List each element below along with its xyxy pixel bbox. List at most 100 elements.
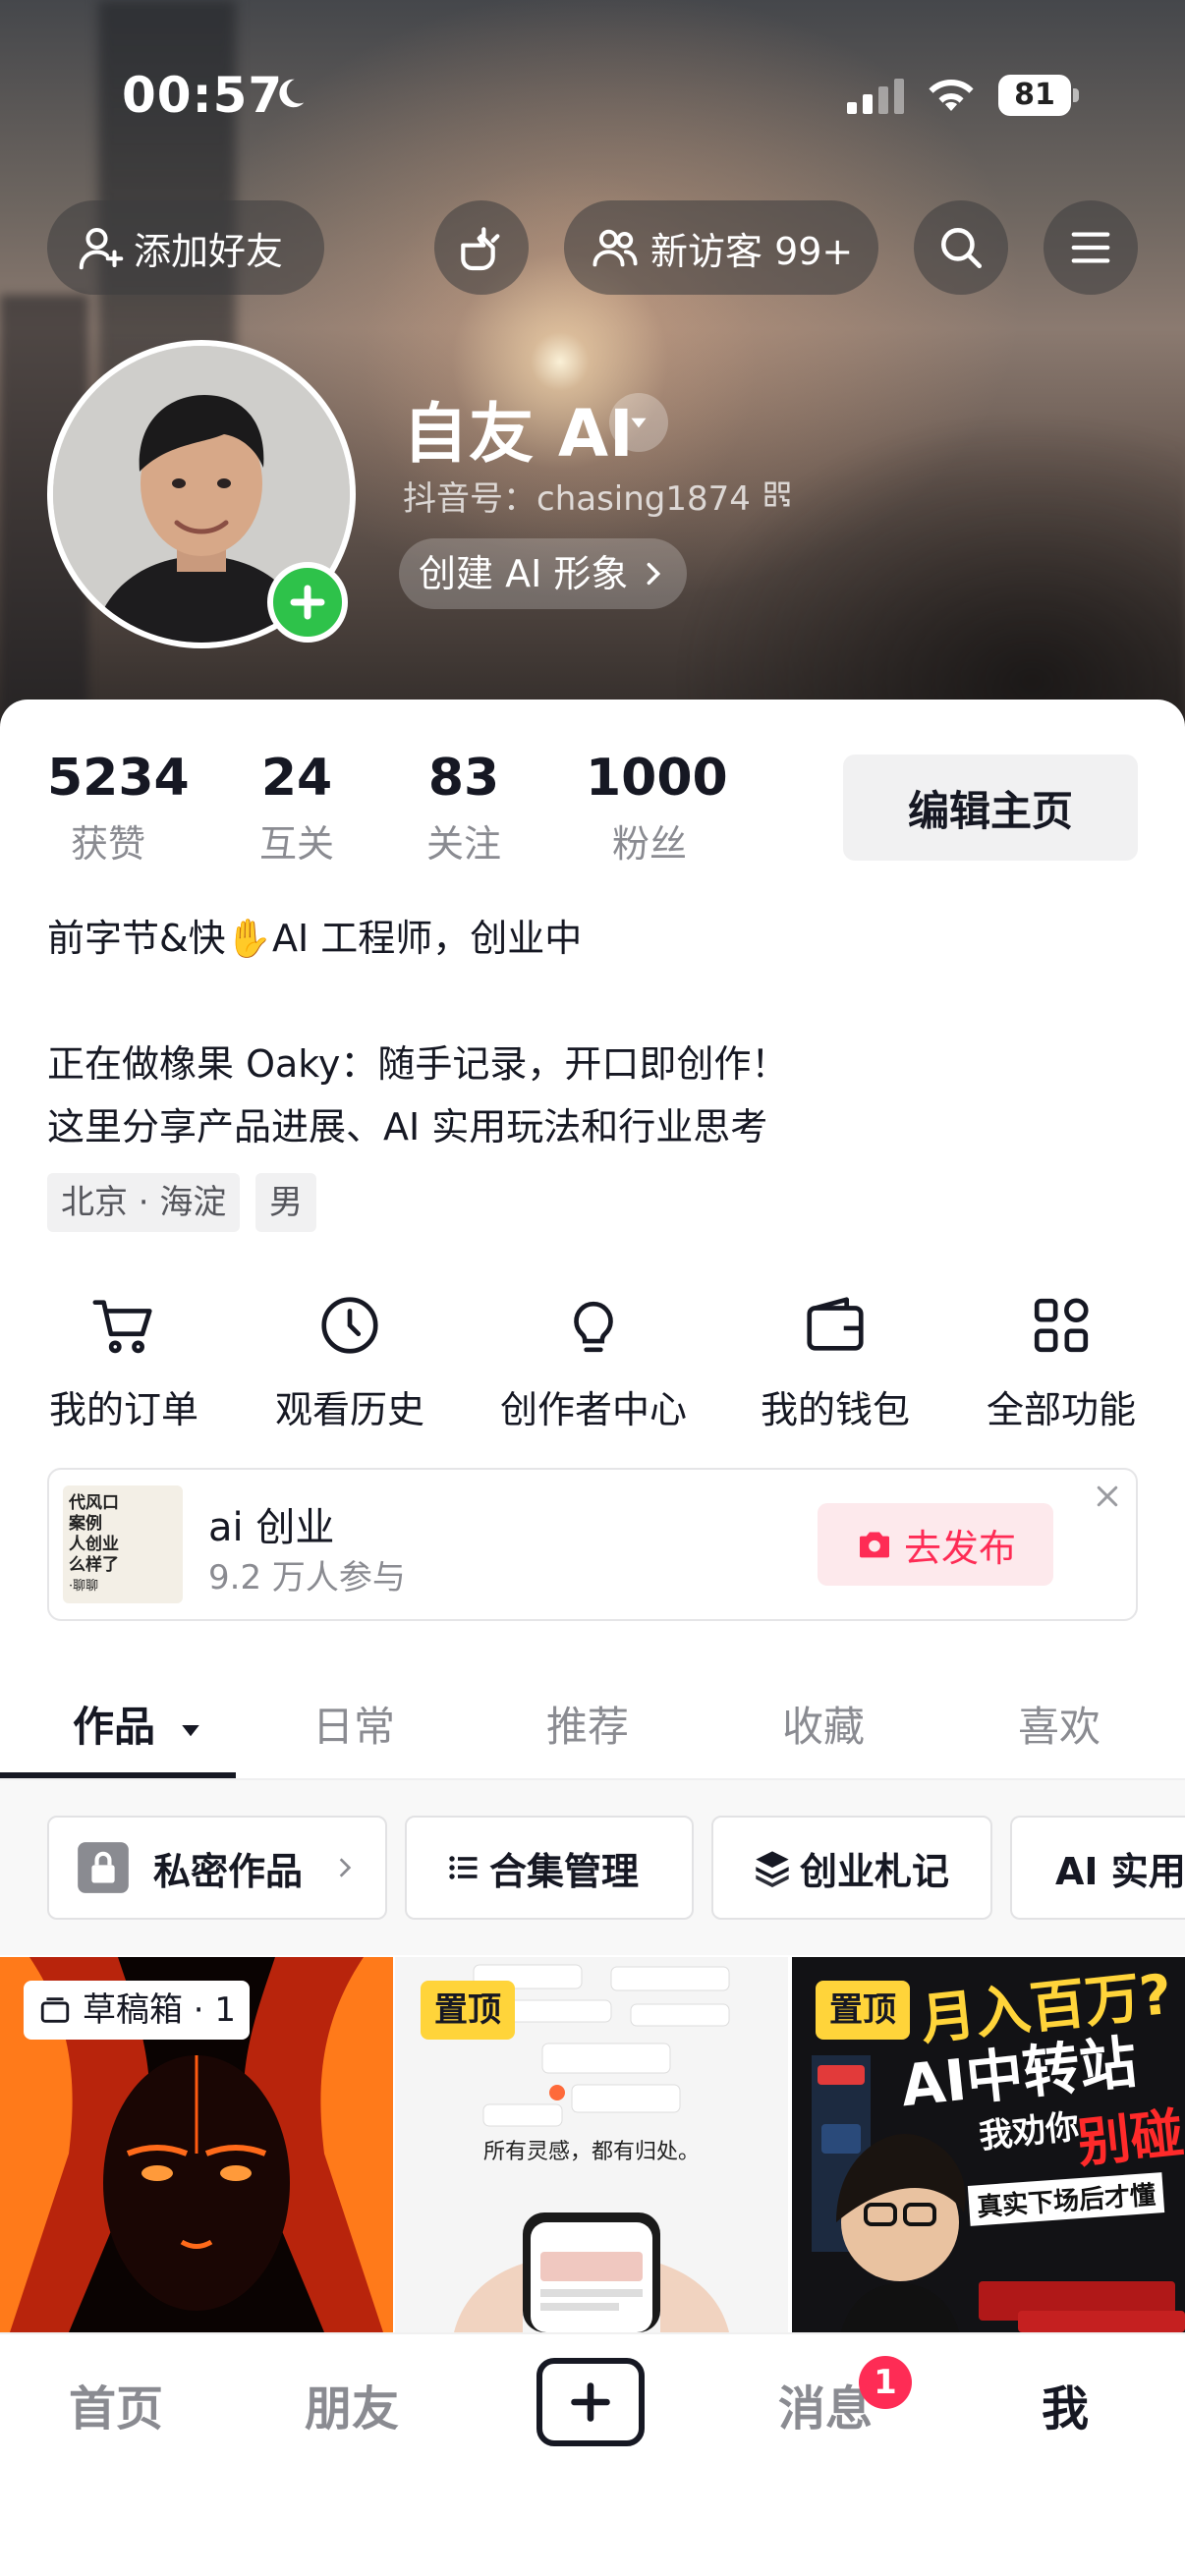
lock-icon (78, 1842, 129, 1893)
gender-tag: 男 (255, 1173, 316, 1232)
startup-notes-chip[interactable]: 创业札记 (711, 1816, 992, 1920)
thumb-text: 案例 (69, 1514, 102, 1534)
quick-action-label: 我的订单 (48, 1388, 198, 1431)
bio-line: 这里分享产品进展、AI 实用玩法和行业思考 (47, 1105, 768, 1148)
profile-name: 自友 AI (403, 396, 635, 472)
ai-practical-chip[interactable]: AI 实用 (1010, 1816, 1185, 1920)
stat-mutual[interactable]: 24 互关 (246, 749, 348, 868)
publish-button[interactable]: 去发布 (818, 1503, 1053, 1586)
layers-icon (756, 1851, 789, 1887)
tab-favorites[interactable]: 收藏 (782, 1694, 865, 1754)
chip-label: 创业札记 (800, 1849, 950, 1893)
publish-label: 去发布 (903, 1526, 1016, 1570)
tab-recommended[interactable]: 推荐 (546, 1694, 629, 1754)
new-visitors-button[interactable]: 新访客 99+ (564, 200, 878, 295)
video-caption: 所有灵感，都有归处。 (482, 2140, 700, 2164)
status-time: 00:57 (122, 67, 284, 124)
chip-label: 私密作品 (153, 1849, 304, 1893)
cellular-signal-icon (847, 79, 904, 114)
drafts-icon (40, 1997, 70, 2023)
quick-action-label: 全部功能 (986, 1388, 1136, 1431)
all-features-button[interactable]: 全部功能 (953, 1291, 1169, 1433)
quick-action-label: 我的钱包 (760, 1388, 910, 1431)
search-button[interactable] (914, 200, 1008, 295)
location-tag: 北京 · 海淀 (47, 1173, 241, 1232)
stat-label: 粉丝 (611, 822, 687, 866)
stat-following[interactable]: 83 关注 (413, 749, 515, 868)
plus-icon (290, 585, 325, 620)
cart-icon (92, 1300, 152, 1354)
collection-manage-chip[interactable]: 合集管理 (405, 1816, 694, 1920)
moon-icon (279, 79, 305, 108)
stat-likes[interactable]: 5234 获赞 (47, 749, 190, 868)
stat-label: 获赞 (70, 822, 145, 866)
gesture-button[interactable] (434, 200, 529, 295)
menu-button[interactable] (1044, 200, 1138, 295)
tab-likes[interactable]: 喜欢 (1018, 1694, 1100, 1754)
grid-icon (1034, 1298, 1089, 1353)
active-tab-indicator (0, 1772, 236, 1778)
battery-level: 81 (998, 75, 1071, 116)
quick-action-label: 观看历史 (274, 1388, 424, 1431)
edit-profile-button[interactable]: 编辑主页 (843, 755, 1138, 861)
thumb-text: 么样了 (69, 1555, 119, 1575)
close-icon[interactable] (1093, 1482, 1122, 1511)
thumb-text: 人创业 (69, 1535, 119, 1554)
add-friend-button[interactable]: 添加好友 (47, 200, 324, 295)
list-icon (449, 1856, 478, 1879)
chip-label: AI 实用 (1055, 1849, 1185, 1893)
qr-code-icon[interactable] (762, 479, 792, 509)
my-orders-button[interactable]: 我的订单 (16, 1291, 232, 1433)
video-headline: 别碰 (1074, 2101, 1185, 2175)
status-bar: 00:57 81 (0, 0, 1185, 196)
topic-thumbnail: 代风口 案例 人创业 么样了 ·聊聊 (63, 1485, 183, 1603)
add-user-icon (79, 227, 124, 270)
tab-works[interactable]: 作品 (73, 1694, 205, 1754)
douyin-id: 抖音号：chasing1874 (403, 479, 751, 519)
create-ai-label: 创建 AI 形象 (419, 552, 629, 595)
bio-line: 正在做橡果 Oaky：随手记录，开口即创作！ (47, 1042, 789, 1086)
stat-label: 关注 (425, 822, 501, 866)
watch-history-button[interactable]: 观看历史 (242, 1291, 458, 1433)
topic-title: ai 创业 (208, 1505, 335, 1550)
wallet-icon (807, 1297, 864, 1351)
chevron-right-icon (647, 562, 661, 586)
bio-line: 前字节&快✋AI 工程师，创业中 (47, 917, 583, 960)
background-trees (674, 413, 1185, 747)
caret-down-icon (631, 418, 647, 428)
stat-value: 1000 (586, 749, 728, 808)
tab-label: 作品 (73, 1703, 156, 1751)
pointing-hand-icon (461, 227, 500, 271)
plus-icon (571, 2382, 610, 2422)
create-ai-avatar-button[interactable]: 创建 AI 形象 (399, 538, 688, 609)
my-wallet-button[interactable]: 我的钱包 (727, 1291, 943, 1433)
pinned-badge: 置顶 (421, 1981, 515, 2040)
quick-action-label: 创作者中心 (499, 1388, 687, 1431)
wifi-icon (929, 80, 974, 111)
nav-me[interactable]: 我 (1042, 2370, 1089, 2438)
stat-followers[interactable]: 1000 粉丝 (586, 749, 728, 868)
caret-down-icon (181, 1724, 199, 1736)
add-friend-label: 添加好友 (134, 229, 284, 273)
battery-indicator: 81 (998, 75, 1079, 116)
topic-banner[interactable]: 代风口 案例 人创业 么样了 ·聊聊 ai 创业 9.2 万人参与 去发布 (47, 1468, 1138, 1621)
add-avatar-button[interactable] (267, 562, 348, 643)
tab-daily[interactable]: 日常 (312, 1694, 395, 1754)
pinned-badge: 置顶 (816, 1981, 910, 2040)
creator-center-button[interactable]: 创作者中心 (485, 1291, 702, 1433)
nav-home[interactable]: 首页 (69, 2370, 163, 2438)
stat-label: 互关 (258, 822, 334, 866)
people-icon (592, 229, 638, 267)
thumb-text: 代风口 (69, 1493, 119, 1513)
new-visitors-label: 新访客 99+ (650, 229, 854, 273)
topic-participants: 9.2 万人参与 (208, 1558, 406, 1597)
private-works-chip[interactable]: 私密作品 (47, 1816, 387, 1920)
nav-friends[interactable]: 朋友 (305, 2370, 399, 2438)
draft-box-badge: 草稿箱 · 1 (24, 1981, 251, 2040)
clock-icon (321, 1297, 378, 1354)
chevron-right-icon (339, 1858, 352, 1877)
stat-value: 24 (260, 749, 333, 808)
account-switch-button[interactable] (609, 393, 668, 452)
thumb-text: ·聊聊 (69, 1579, 99, 1594)
create-post-button[interactable] (536, 2358, 645, 2446)
